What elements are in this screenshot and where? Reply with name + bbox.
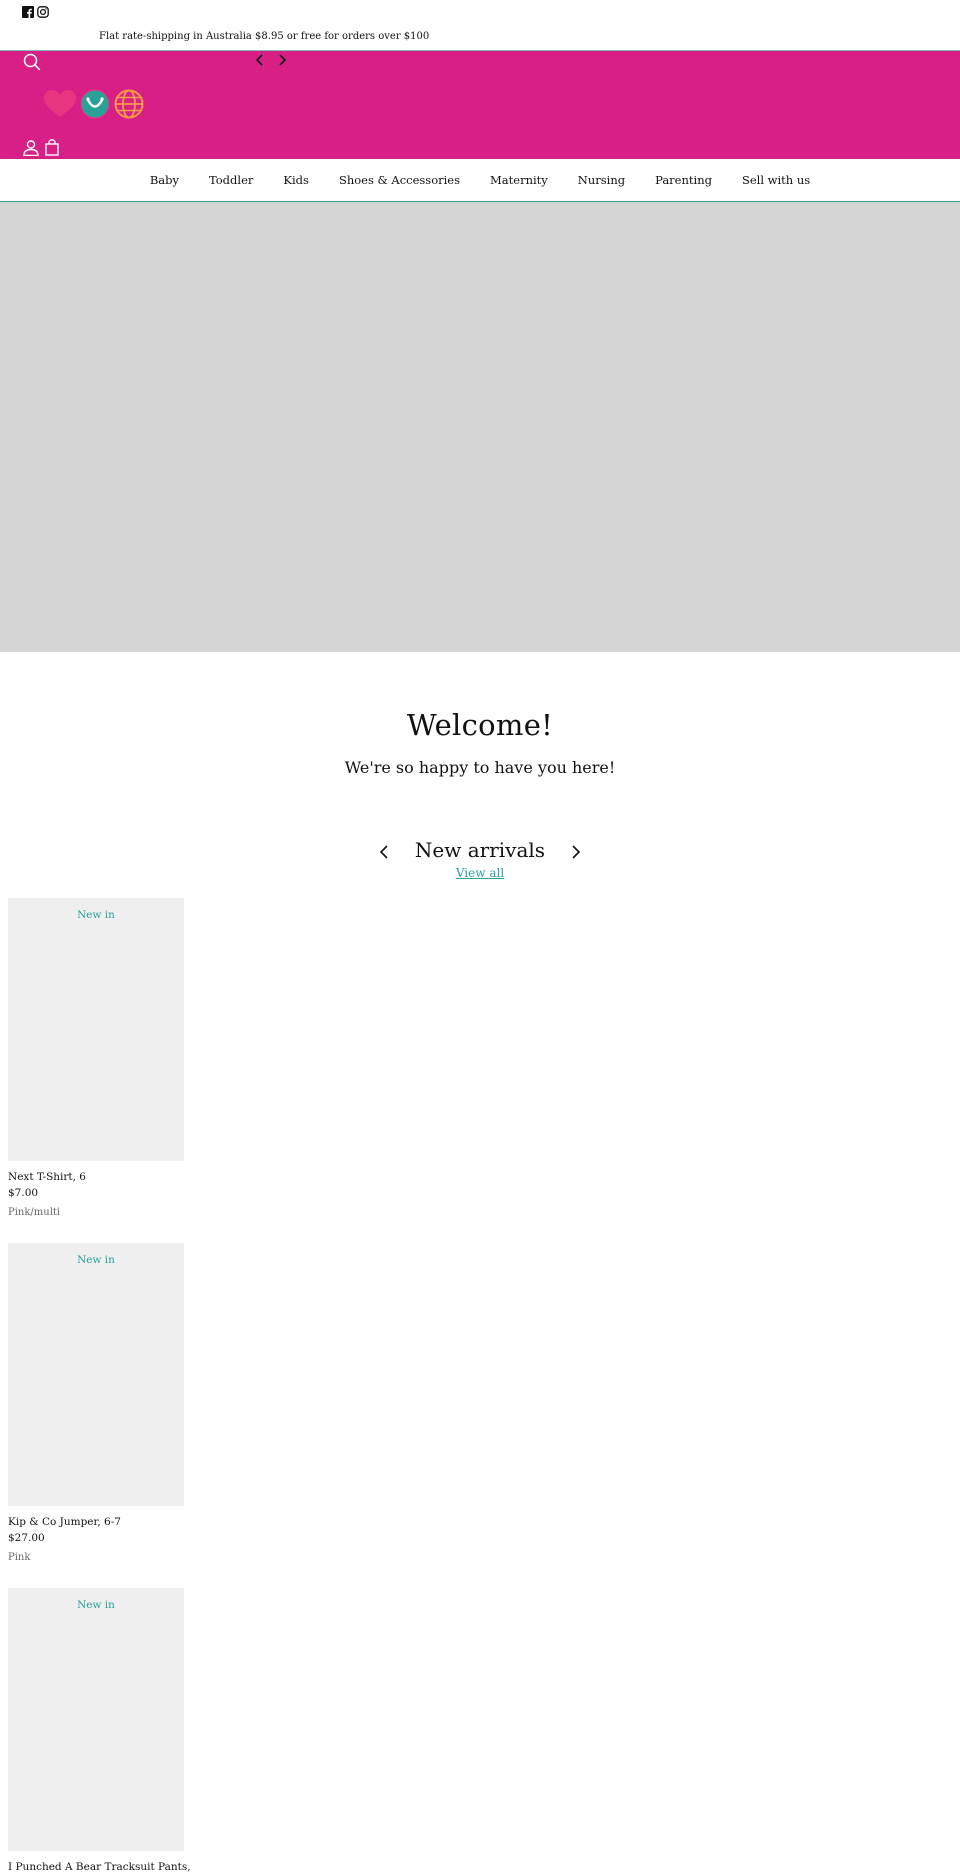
nav-item-sell-with-us[interactable]: Sell with us (742, 173, 810, 187)
product-card[interactable]: New in Kip & Co Jumper, 6-7 $27.00 Pink (8, 1243, 184, 1563)
nav-item-shoes-accessories[interactable]: Shoes & Accessories (339, 173, 460, 187)
product-price: $7.00 (8, 1187, 39, 1199)
product-title[interactable]: I Punched A Bear Tracksuit Pants, (8, 1861, 191, 1873)
bag-icon[interactable] (45, 139, 59, 156)
nav-item-parenting[interactable]: Parenting (655, 173, 712, 187)
new-in-badge: New in (77, 909, 115, 921)
welcome-title: Welcome! (406, 708, 554, 742)
welcome-subtitle: We're so happy to have you here! (344, 758, 616, 777)
product-variant: Pink/multi (8, 1207, 61, 1218)
new-arrivals-title: New arrivals (414, 838, 546, 862)
new-in-badge: New in (77, 1599, 115, 1611)
announcement-carousel-controls (254, 53, 288, 67)
globe-icon (114, 89, 144, 119)
chevron-right-icon[interactable] (570, 844, 582, 860)
chevron-left-icon[interactable] (254, 53, 266, 67)
product-title[interactable]: Next T-Shirt, 6 (8, 1171, 184, 1183)
nav-item-nursing[interactable]: Nursing (578, 173, 625, 187)
nav-item-baby[interactable]: Baby (150, 173, 179, 187)
top-bar: Flat rate-shipping in Australia $8.95 or… (0, 0, 960, 50)
nav-item-toddler[interactable]: Toddler (209, 173, 253, 187)
main-nav: Baby Toddler Kids Shoes & Accessories Ma… (0, 159, 960, 202)
nav-item-maternity[interactable]: Maternity (490, 173, 548, 187)
new-in-badge: New in (77, 1254, 115, 1266)
instagram-icon[interactable] (37, 6, 49, 18)
chevron-right-icon[interactable] (276, 53, 288, 67)
smile-icon (80, 89, 110, 119)
search-icon[interactable] (23, 53, 41, 71)
product-variant: Pink (8, 1552, 31, 1563)
product-card[interactable]: New in Next T-Shirt, 6 $7.00 Pink/multi (8, 898, 184, 1218)
product-price: $27.00 (8, 1532, 45, 1544)
facebook-icon[interactable] (22, 6, 34, 18)
social-links (22, 6, 49, 18)
account-icon[interactable] (23, 140, 39, 156)
site-logo[interactable] (44, 89, 144, 119)
product-card[interactable]: New in I Punched A Bear Tracksuit Pants, (8, 1588, 191, 1873)
product-image[interactable]: New in (8, 1243, 184, 1506)
new-arrivals-header: New arrivals (0, 838, 960, 868)
product-title[interactable]: Kip & Co Jumper, 6-7 (8, 1516, 184, 1528)
nav-item-kids[interactable]: Kids (283, 173, 309, 187)
heart-icon (44, 90, 76, 117)
product-image[interactable]: New in (8, 1588, 184, 1851)
product-image[interactable]: New in (8, 898, 184, 1161)
hero-image[interactable] (0, 202, 960, 652)
view-all-link[interactable]: View all (0, 866, 960, 880)
announcement-text: Flat rate-shipping in Australia $8.95 or… (99, 31, 430, 42)
site-header (0, 50, 960, 159)
